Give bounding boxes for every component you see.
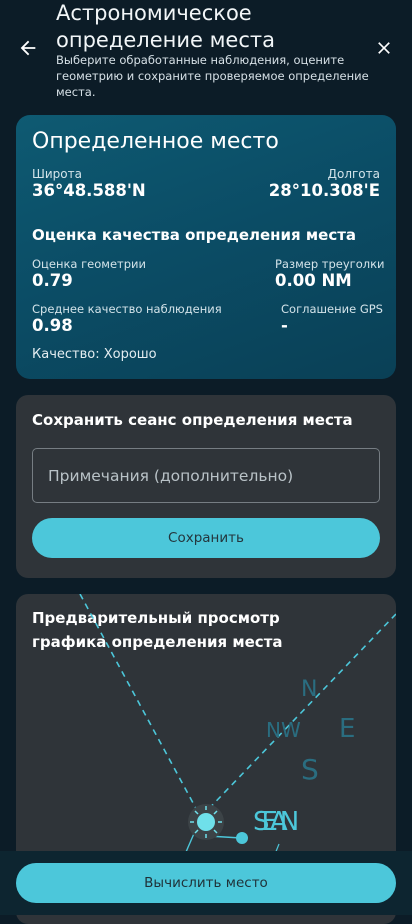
save-session-card: Сохранить сеанс определения места Сохран… <box>16 395 396 578</box>
longitude-label: Долгота <box>327 167 380 181</box>
page-title: Астрономическое определение места <box>56 1 275 52</box>
top-app-bar: Астрономическое определение места Выбери… <box>0 0 412 110</box>
compass-label-e: E <box>339 714 355 744</box>
arrow-back-icon <box>20 40 36 56</box>
back-button[interactable] <box>14 34 42 62</box>
observation-quality-value: 0.98 <box>32 316 73 335</box>
gps-agreement-label: Соглашение GPS <box>281 302 383 316</box>
latitude-label: Широта <box>32 167 82 181</box>
longitude-value: 28°10.308'E <box>268 181 380 200</box>
bottom-action-bar: Вычислить место <box>0 851 412 915</box>
fix-title: Определенное место <box>32 129 279 154</box>
compute-fix-button[interactable]: Вычислить место <box>16 863 396 903</box>
star-label-stack: SEAN <box>253 807 297 837</box>
page-subtitle: Выберите обработанные наблюдения, оценит… <box>56 53 369 99</box>
compass-label-s: S <box>301 753 319 786</box>
save-button[interactable]: Сохранить <box>32 518 380 558</box>
line-of-position-1 <box>79 594 200 815</box>
fix-result-card: Определенное место Широта 36°48.588'N До… <box>16 115 396 379</box>
observer-marker <box>236 832 248 844</box>
triangle-size-label: Размер треуголки <box>275 257 385 271</box>
observation-quality-label: Среднее качество наблюдения <box>32 302 222 316</box>
close-icon <box>378 42 390 54</box>
geometry-score-label: Оценка геометрии <box>32 257 146 271</box>
save-section-title: Сохранить сеанс определения места <box>32 411 353 429</box>
close-button[interactable] <box>370 34 398 62</box>
notes-input[interactable] <box>32 448 380 503</box>
latitude-value: 36°48.588'N <box>32 181 146 200</box>
gps-agreement-value: - <box>281 316 288 335</box>
compass-label-nw: NW <box>266 718 301 742</box>
quality-section-title: Оценка качества определения места <box>32 226 357 244</box>
line-of-position-2 <box>198 613 396 820</box>
compass-label-n: N <box>301 677 317 702</box>
quality-status-text: Качество: Хорошо <box>32 347 157 362</box>
geometry-score-value: 0.79 <box>32 271 73 290</box>
fix-point <box>197 813 215 831</box>
triangle-size-value: 0.00 NM <box>275 271 352 290</box>
